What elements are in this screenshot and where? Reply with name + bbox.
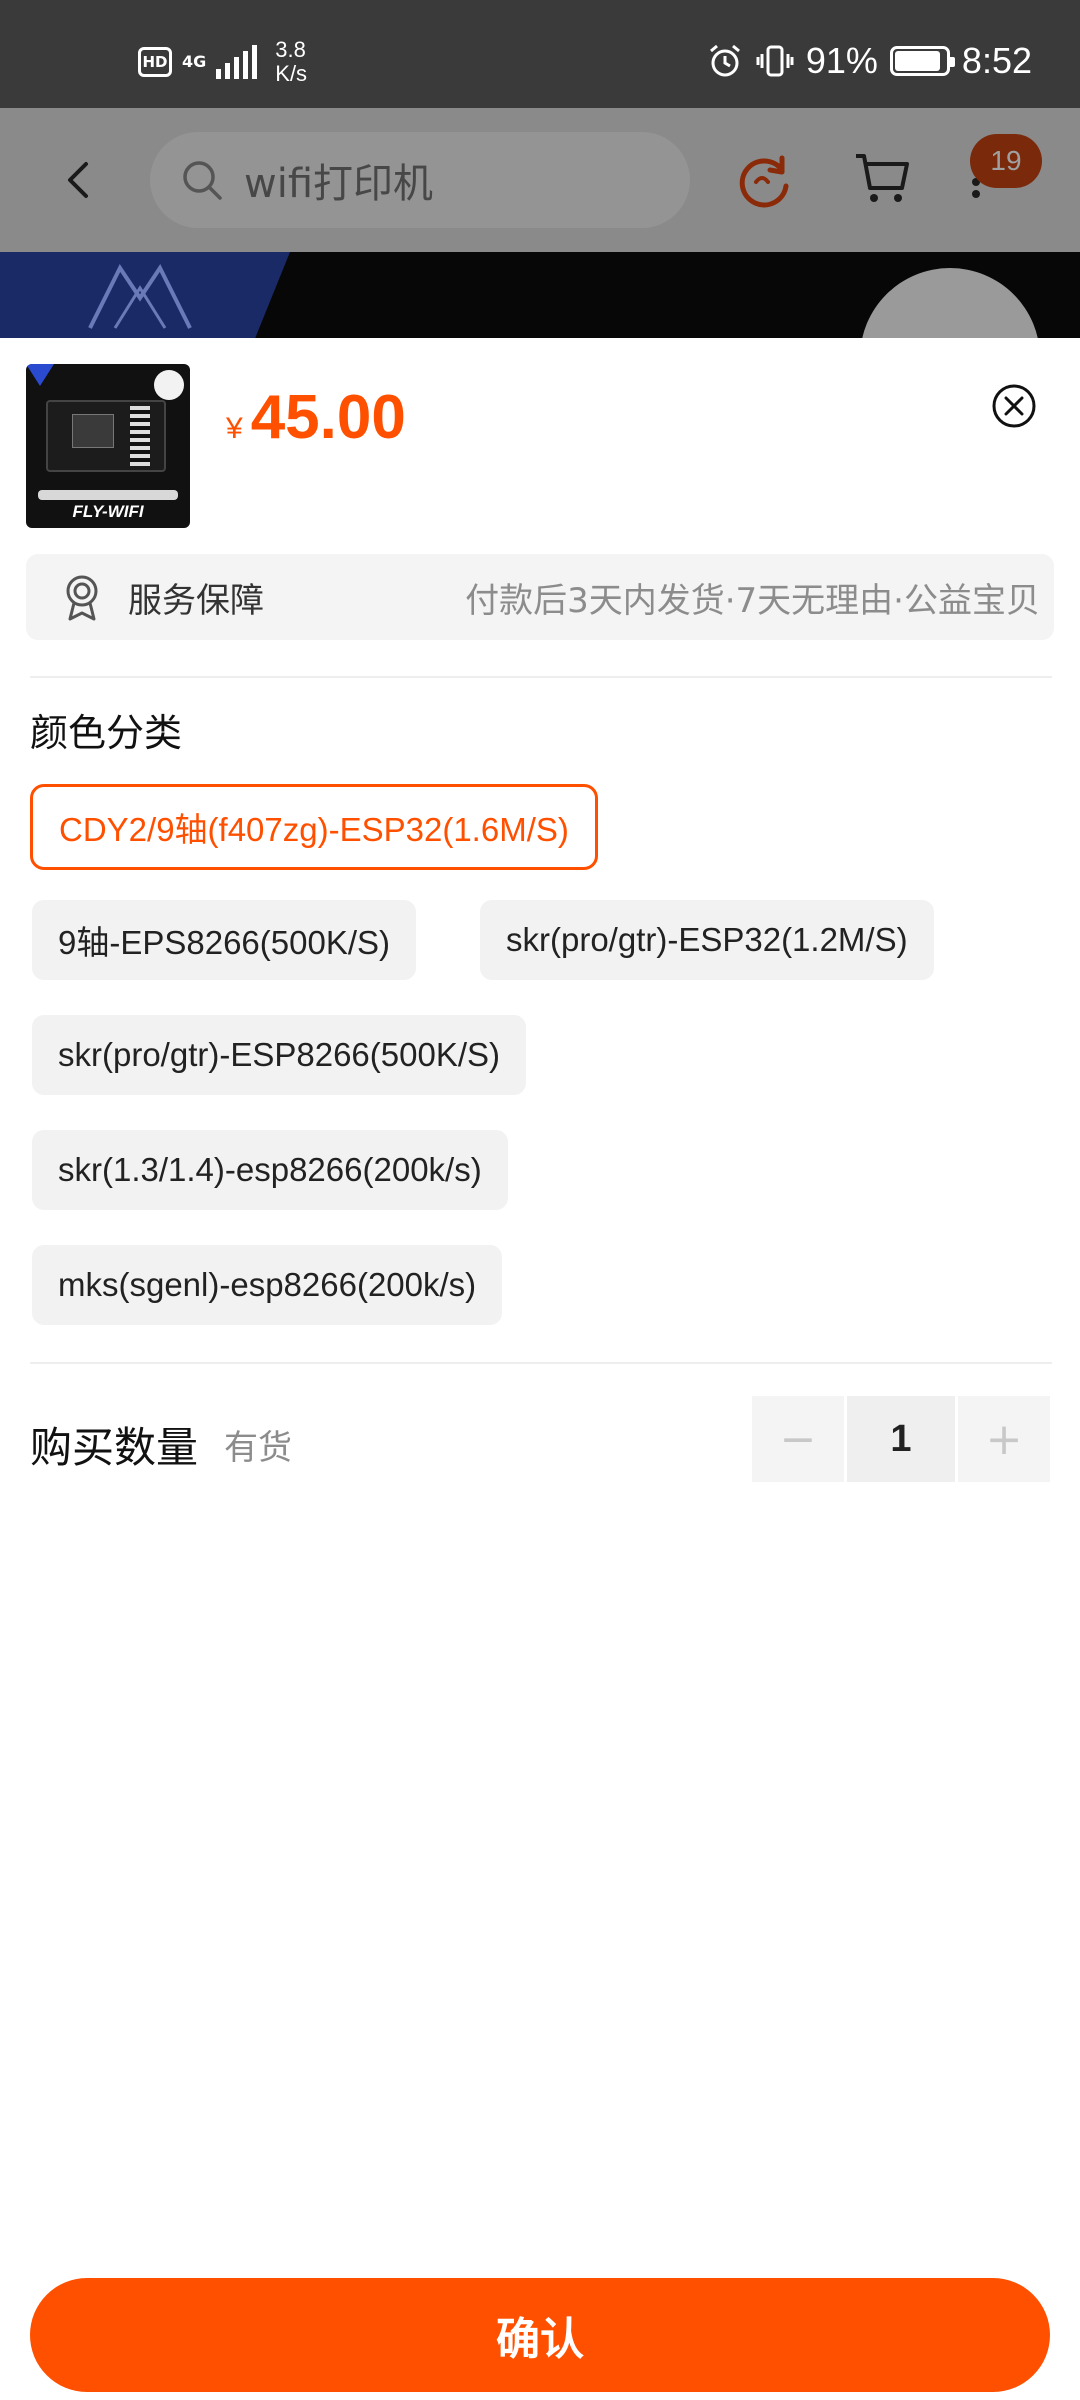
confirm-button[interactable]: 确认 [30, 2278, 1050, 2392]
medal-icon [66, 575, 98, 621]
service-detail: 付款后3天内发货·7天无理由·公益宝贝 [465, 580, 1040, 621]
battery-icon [889, 46, 955, 76]
floating-circle [860, 268, 1040, 338]
quantity-value[interactable]: 1 [847, 1396, 955, 1482]
battery-percent: 91% [805, 40, 878, 81]
variant-option[interactable]: skr(pro/gtr)-ESP8266(500K/S) [32, 1015, 527, 1095]
battery-fill [894, 51, 941, 71]
speed-value: 3.8 [275, 37, 306, 62]
vibrate-icon [756, 45, 794, 77]
quantity-stepper: − 1 + [752, 1396, 1052, 1482]
cart-icon[interactable] [852, 148, 912, 208]
brand-tag-icon [26, 364, 54, 386]
notification-badge[interactable]: 19 [970, 134, 1042, 188]
search-placeholder: wifi打印机 [244, 161, 434, 207]
service-guarantee-row[interactable]: 服务保障 付款后3天内发货·7天无理由·公益宝贝 [26, 554, 1054, 640]
status-right: 91% 8:52 [706, 40, 1032, 82]
back-icon[interactable] [52, 152, 108, 208]
close-icon[interactable] [990, 382, 1038, 430]
search-icon [183, 161, 222, 200]
pin-header-image [130, 406, 150, 466]
brand-logo-icon [88, 264, 192, 329]
currency-symbol: ¥ [226, 412, 243, 445]
thumbnail-label: FLY-WIFI [72, 502, 144, 521]
cable-image [38, 490, 178, 500]
increase-button[interactable]: + [958, 1396, 1050, 1482]
product-image-background [0, 252, 1080, 338]
service-title: 服务保障 [128, 580, 264, 621]
price: ¥ 45.00 [226, 382, 406, 453]
speed-badge-icon [154, 370, 184, 400]
decrease-button[interactable]: − [752, 1396, 844, 1482]
variant-option[interactable]: 9轴-EPS8266(500K/S) [32, 900, 417, 980]
network-speed: 3.8 K/s [275, 38, 307, 86]
status-left: HD 4G 3.8 K/s [138, 38, 307, 86]
network-type: 4G [182, 52, 207, 71]
hd-icon: HD [138, 47, 172, 77]
product-thumbnail[interactable]: FLY-WIFI [26, 364, 190, 528]
refresh-icon[interactable] [732, 148, 796, 212]
price-amount: 45.00 [250, 383, 406, 452]
quantity-label: 购买数量 [30, 1423, 199, 1472]
variant-option-selected[interactable]: CDY2/9轴(f407zg)-ESP32(1.6M/S) [30, 784, 598, 870]
status-bar: HD 4G 3.8 K/s 91% 8:52 [0, 0, 1080, 108]
alarm-icon [709, 44, 740, 77]
speed-unit: K/s [275, 61, 308, 86]
variant-option[interactable]: skr(pro/gtr)-ESP32(1.2M/S) [480, 900, 934, 980]
stock-status: 有货 [224, 1428, 292, 1468]
variant-option[interactable]: skr(1.3/1.4)-esp8266(200k/s) [32, 1130, 508, 1210]
divider [30, 676, 1052, 678]
sku-selection-sheet: FLY-WIFI ¥ 45.00 服务保障 付款后3天内发货·7天无理由·公益宝… [0, 338, 1080, 2400]
variant-section-title: 颜色分类 [30, 711, 183, 755]
search-input[interactable]: wifi打印机 [150, 132, 690, 228]
signal-icon [216, 45, 258, 79]
variant-option[interactable]: mks(sgenl)-esp8266(200k/s) [32, 1245, 503, 1325]
clock: 8:52 [961, 40, 1032, 81]
divider [30, 1362, 1052, 1364]
top-nav: wifi打印机 19 [0, 108, 1080, 252]
wifi-chip-image [72, 414, 114, 448]
